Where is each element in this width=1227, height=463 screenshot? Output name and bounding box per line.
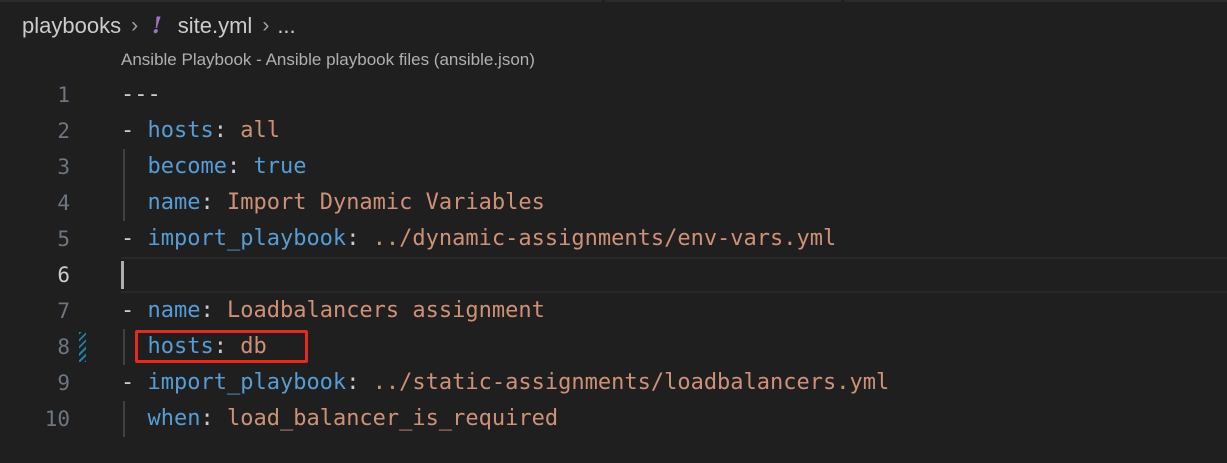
line-number: 8 bbox=[57, 335, 70, 359]
indent-guide bbox=[123, 329, 125, 365]
code-token-punct: : bbox=[200, 298, 227, 323]
code-token-punct: : bbox=[226, 154, 254, 179]
code-token-key: import_playbook bbox=[147, 226, 347, 251]
code-token-str: load_balancer_is_required bbox=[226, 406, 559, 431]
code-editor[interactable]: 1 --- 2- hosts: all 3 become: true 4 name: I… bbox=[0, 77, 1227, 437]
code-token-punct: --- bbox=[121, 82, 161, 107]
code-line[interactable]: 4 name: Import Dynamic Variables bbox=[0, 185, 1227, 221]
line-number: 1 bbox=[57, 83, 70, 107]
code-token-key: become bbox=[147, 154, 227, 179]
code-token-punct: : bbox=[346, 226, 373, 251]
current-line-highlight bbox=[121, 257, 1227, 293]
code-token-key: import_playbook bbox=[147, 370, 347, 395]
code-token-str: Import Dynamic Variables bbox=[226, 190, 545, 215]
code-token-punct: : bbox=[200, 190, 227, 215]
code-token-punct: - bbox=[121, 370, 148, 395]
line-number: 10 bbox=[44, 407, 70, 431]
code-token-punct: : bbox=[346, 370, 373, 395]
code-text: - import_playbook: ../static-assignments… bbox=[121, 365, 889, 401]
line-number: 4 bbox=[57, 191, 70, 215]
code-token-key: name bbox=[147, 190, 201, 215]
code-token-str: ../dynamic-assignments/env-vars.yml bbox=[372, 226, 837, 251]
code-line[interactable]: 10 when: load_balancer_is_required bbox=[0, 401, 1227, 437]
code-line[interactable]: 7 - name: Loadbalancers assignment bbox=[0, 293, 1227, 329]
code-token-punct: - bbox=[121, 226, 148, 251]
indent-guide bbox=[123, 401, 125, 437]
line-number: 2 bbox=[57, 119, 70, 143]
line-number: 7 bbox=[57, 299, 70, 323]
code-token-punct: : bbox=[200, 406, 227, 431]
code-token-str: all bbox=[240, 118, 280, 143]
line-number: 9 bbox=[57, 371, 70, 395]
code-line[interactable]: 9 - import_playbook: ../static-assignment… bbox=[0, 365, 1227, 401]
code-line[interactable]: 1 --- bbox=[0, 77, 1227, 113]
breadcrumb: playbooks › ! site.yml › ... bbox=[22, 10, 296, 42]
chevron-right-icon: › bbox=[262, 14, 270, 37]
code-token-str: Loadbalancers assignment bbox=[226, 298, 545, 323]
code-text: when: load_balancer_is_required bbox=[121, 401, 559, 437]
line-number: 5 bbox=[57, 227, 70, 251]
editor-group-top-border bbox=[0, 0, 1227, 2]
code-token-key: when bbox=[147, 406, 201, 431]
text-cursor bbox=[121, 261, 124, 289]
code-line[interactable]: 2 - hosts: all bbox=[0, 113, 1227, 149]
code-text: name: Import Dynamic Variables bbox=[121, 185, 545, 221]
schema-codelens[interactable]: Ansible Playbook - Ansible playbook file… bbox=[121, 50, 535, 70]
line-number: 6 bbox=[57, 263, 70, 287]
code-text: - import_playbook: ../dynamic-assignment… bbox=[121, 221, 836, 257]
line-number: 3 bbox=[57, 155, 70, 179]
code-line[interactable]: 6 bbox=[0, 257, 1227, 293]
breadcrumb-file-site-yml[interactable]: site.yml bbox=[178, 13, 253, 39]
code-line[interactable]: 5 - import_playbook: ../dynamic-assignmen… bbox=[0, 221, 1227, 257]
code-token-bool: true bbox=[253, 154, 307, 179]
code-token-key: hosts bbox=[147, 118, 214, 143]
code-line[interactable]: 3 become: true bbox=[0, 149, 1227, 185]
modified-line-gutter-indicator[interactable] bbox=[79, 332, 86, 362]
code-text: - hosts: all bbox=[121, 113, 280, 149]
indent-guide bbox=[123, 149, 125, 221]
breadcrumb-more[interactable]: ... bbox=[277, 13, 295, 39]
code-text: - name: Loadbalancers assignment bbox=[121, 293, 545, 329]
chevron-right-icon: › bbox=[131, 14, 139, 37]
annotation-highlight-box bbox=[135, 330, 308, 363]
code-token-punct: - bbox=[121, 298, 148, 323]
code-token-str: ../static-assignments/loadbalancers.yml bbox=[372, 370, 890, 395]
code-token-punct: : bbox=[213, 118, 241, 143]
code-token-punct: - bbox=[121, 118, 148, 143]
yaml-file-icon: ! bbox=[152, 13, 162, 39]
code-token-key: name bbox=[147, 298, 201, 323]
code-text: --- bbox=[121, 77, 161, 113]
breadcrumb-folder-playbooks[interactable]: playbooks bbox=[22, 13, 121, 39]
code-text: become: true bbox=[121, 149, 307, 185]
